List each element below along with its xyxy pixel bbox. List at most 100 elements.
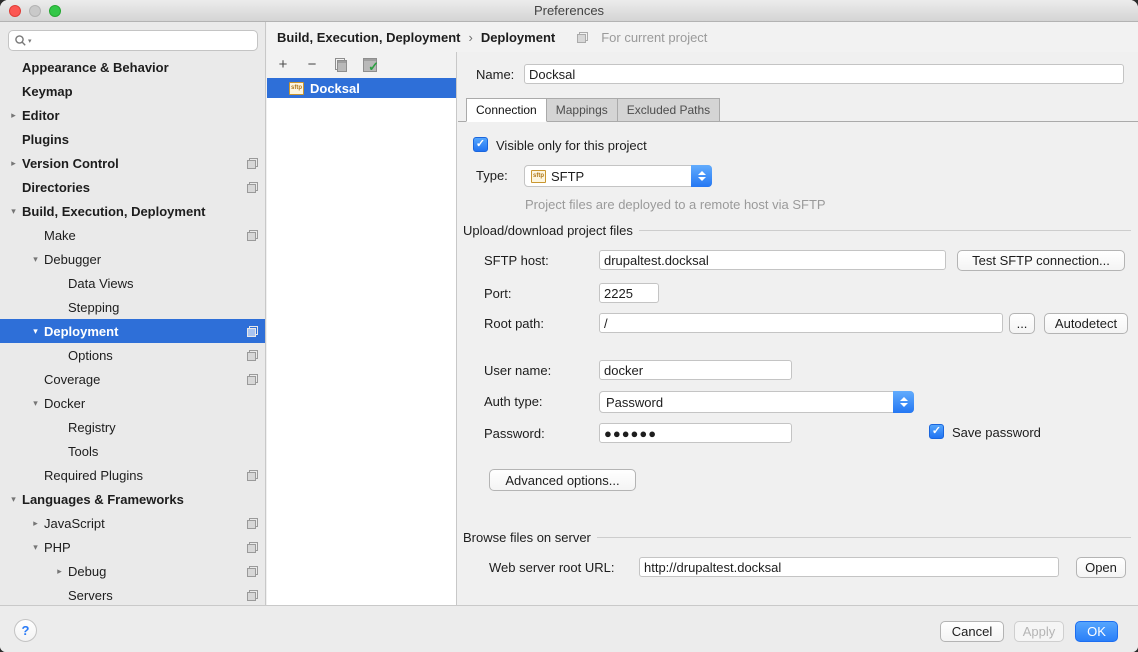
sidebar-item-appearance-behavior[interactable]: Appearance & Behavior — [0, 55, 266, 79]
sidebar-item-label: Debug — [68, 564, 106, 579]
sidebar-item-label: Tools — [68, 444, 98, 459]
server-list-item-docksal[interactable]: sftp Docksal — [267, 78, 456, 98]
type-hint: Project files are deployed to a remote h… — [525, 197, 826, 212]
copy-server-button[interactable] — [333, 57, 349, 73]
server-list-toolbar: + − ✓ — [267, 52, 456, 78]
auth-type-dropdown[interactable]: Password — [599, 391, 914, 413]
sidebar-item-data-views[interactable]: Data Views — [0, 271, 266, 295]
password-label: Password: — [484, 426, 545, 441]
search-input[interactable]: ▾ — [8, 30, 258, 51]
tree-indent — [54, 446, 65, 456]
project-level-icon — [247, 350, 258, 361]
name-field[interactable] — [524, 64, 1124, 84]
sidebar-item-label: Appearance & Behavior — [22, 60, 169, 75]
tab-connection[interactable]: Connection — [466, 98, 547, 122]
upload-section-title: Upload/download project files — [463, 223, 633, 238]
sidebar-item-debugger[interactable]: ▾Debugger — [0, 247, 266, 271]
sidebar-item-label: Data Views — [68, 276, 134, 291]
sidebar-item-tools[interactable]: Tools — [0, 439, 266, 463]
root-path-label: Root path: — [484, 316, 544, 331]
chevron-right-icon[interactable]: ▸ — [30, 518, 41, 529]
breadcrumb-separator-icon: › — [468, 30, 472, 45]
sidebar-item-options[interactable]: Options — [0, 343, 266, 367]
chevron-down-icon[interactable]: ▾ — [8, 494, 19, 505]
chevron-down-icon[interactable]: ▾ — [8, 206, 19, 217]
password-field[interactable] — [599, 423, 792, 443]
type-dropdown[interactable]: sftp SFTP — [524, 165, 712, 187]
sidebar-item-label: JavaScript — [44, 516, 105, 531]
tree-indent — [8, 62, 19, 72]
chevron-down-icon[interactable]: ▾ — [30, 398, 41, 409]
tree-indent — [8, 134, 19, 144]
sidebar-item-php[interactable]: ▾PHP — [0, 535, 266, 559]
tree-indent — [54, 422, 65, 432]
sidebar-item-plugins[interactable]: Plugins — [0, 127, 266, 151]
sidebar-item-registry[interactable]: Registry — [0, 415, 266, 439]
sidebar-item-required-plugins[interactable]: Required Plugins — [0, 463, 266, 487]
sidebar-item-editor[interactable]: ▸Editor — [0, 103, 266, 127]
chevron-down-icon[interactable]: ▾ — [30, 326, 41, 337]
project-level-icon — [247, 566, 258, 577]
tab-mappings[interactable]: Mappings — [547, 98, 618, 122]
sidebar-item-servers[interactable]: Servers — [0, 583, 266, 605]
advanced-options-button[interactable]: Advanced options... — [489, 469, 636, 491]
sftp-host-field[interactable] — [599, 250, 946, 270]
sidebar-item-directories[interactable]: Directories — [0, 175, 266, 199]
sidebar-item-coverage[interactable]: Coverage — [0, 367, 266, 391]
title-bar: Preferences — [0, 0, 1138, 22]
sidebar-item-label: PHP — [44, 540, 71, 555]
scope-label: For current project — [601, 30, 707, 45]
sidebar-item-make[interactable]: Make — [0, 223, 266, 247]
chevron-right-icon[interactable]: ▸ — [8, 158, 19, 169]
chevron-down-icon[interactable]: ▾ — [30, 254, 41, 265]
sidebar-item-label: Build, Execution, Deployment — [22, 204, 205, 219]
tab-excluded-paths[interactable]: Excluded Paths — [618, 98, 720, 122]
project-level-icon — [247, 230, 258, 241]
project-level-icon — [577, 32, 588, 43]
sidebar-item-label: Editor — [22, 108, 60, 123]
sftp-file-icon: sftp — [531, 170, 546, 183]
sidebar-item-version-control[interactable]: ▸Version Control — [0, 151, 266, 175]
tree-indent — [8, 182, 19, 192]
chevron-right-icon[interactable]: ▸ — [8, 110, 19, 121]
root-path-field[interactable] — [599, 313, 1003, 333]
ok-button[interactable]: OK — [1075, 621, 1118, 642]
breadcrumb: Build, Execution, Deployment › Deploymen… — [267, 22, 1138, 52]
remove-server-button[interactable]: − — [304, 57, 320, 73]
test-sftp-connection-button[interactable]: Test SFTP connection... — [957, 250, 1125, 271]
sidebar-item-deployment[interactable]: ▾Deployment — [0, 319, 266, 343]
web-url-field[interactable] — [639, 557, 1059, 577]
chevron-right-icon[interactable]: ▸ — [54, 566, 65, 577]
tree-indent — [54, 278, 65, 288]
visible-only-checkbox[interactable]: ✓ — [473, 137, 488, 152]
sidebar-item-keymap[interactable]: Keymap — [0, 79, 266, 103]
user-name-field[interactable] — [599, 360, 792, 380]
open-url-button[interactable]: Open — [1076, 557, 1126, 578]
sidebar-item-label: Directories — [22, 180, 90, 195]
browse-root-path-button[interactable]: ... — [1009, 313, 1035, 334]
browse-section-header: Browse files on server — [463, 530, 1131, 545]
tree-indent — [8, 86, 19, 96]
use-as-default-button[interactable]: ✓ — [362, 57, 378, 73]
add-server-button[interactable]: + — [275, 57, 291, 73]
chevron-down-icon[interactable]: ▾ — [30, 542, 41, 553]
project-level-icon — [247, 470, 258, 481]
sidebar-item-languages-frameworks[interactable]: ▾Languages & Frameworks — [0, 487, 266, 511]
autodetect-button[interactable]: Autodetect — [1044, 313, 1128, 334]
port-field[interactable] — [599, 283, 659, 303]
apply-button[interactable]: Apply — [1014, 621, 1064, 642]
help-button[interactable]: ? — [14, 619, 37, 642]
form-tabs: Connection Mappings Excluded Paths — [466, 98, 720, 122]
use-as-default-check-icon: ✓ — [363, 58, 377, 72]
sidebar-item-docker[interactable]: ▾Docker — [0, 391, 266, 415]
sidebar-item-build-execution-deployment[interactable]: ▾Build, Execution, Deployment — [0, 199, 266, 223]
cancel-button[interactable]: Cancel — [940, 621, 1004, 642]
sidebar-item-label: Required Plugins — [44, 468, 143, 483]
sidebar-item-javascript[interactable]: ▸JavaScript — [0, 511, 266, 535]
sidebar-item-debug[interactable]: ▸Debug — [0, 559, 266, 583]
sidebar-item-label: Options — [68, 348, 113, 363]
tree-indent — [30, 230, 41, 240]
breadcrumb-parent[interactable]: Build, Execution, Deployment — [277, 30, 460, 45]
save-password-checkbox[interactable]: ✓ — [929, 424, 944, 439]
sidebar-item-stepping[interactable]: Stepping — [0, 295, 266, 319]
